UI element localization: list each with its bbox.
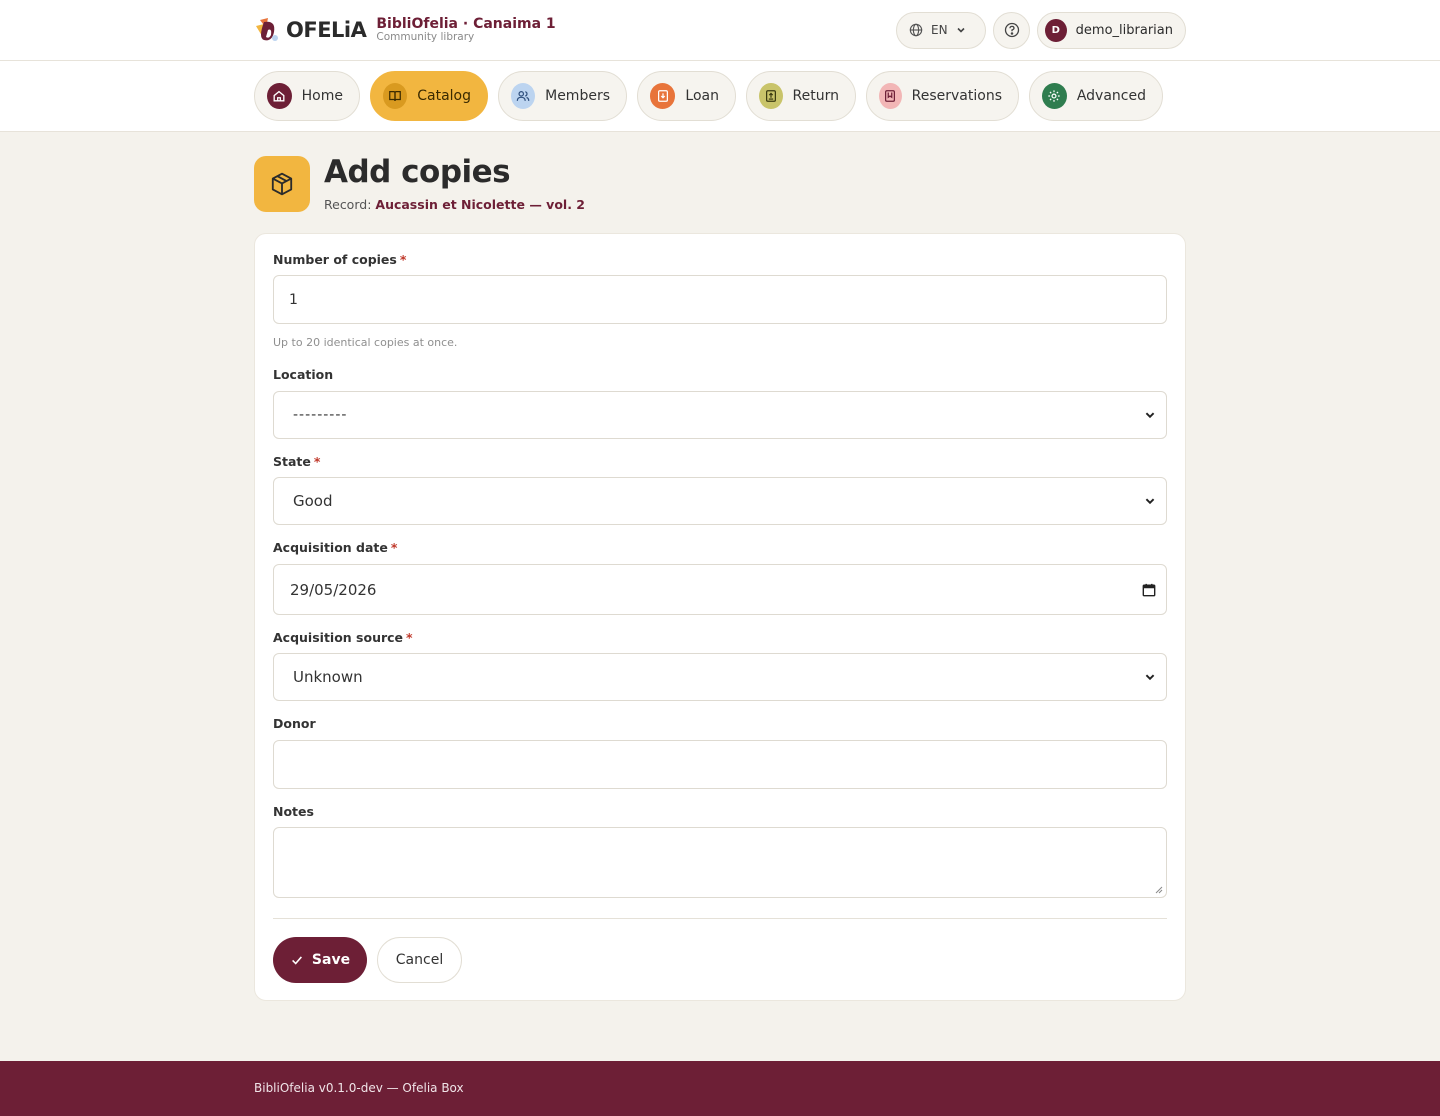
nav-item-reservations[interactable]: Reservations bbox=[866, 71, 1019, 121]
page-header: Add copies Record: Aucassin et Nicolette… bbox=[254, 155, 585, 212]
logo: OFELiA bbox=[254, 16, 367, 44]
footer: BibliOfelia v0.1.0-dev — Ofelia Box bbox=[0, 1061, 1440, 1116]
logo-wordmark: OFELiA bbox=[286, 18, 367, 42]
nav-item-loan[interactable]: Loan bbox=[637, 71, 736, 121]
copies-label: Number of copies * bbox=[273, 252, 407, 267]
nav-label-members: Members bbox=[545, 88, 610, 104]
book-icon bbox=[383, 83, 408, 109]
acq-source-label: Acquisition source * bbox=[273, 630, 413, 645]
donor-input[interactable] bbox=[273, 740, 1167, 789]
nav-item-return[interactable]: Return bbox=[746, 71, 856, 121]
site-title: BibliOfelia · Canaima 1 bbox=[376, 15, 556, 32]
nav-label-loan: Loan bbox=[685, 88, 719, 104]
copies-input[interactable]: 1 bbox=[273, 275, 1167, 324]
nav-item-home[interactable]: Home bbox=[254, 71, 360, 121]
top-bar: OFELiA BibliOfelia · Canaima 1 Community… bbox=[0, 0, 1440, 61]
nav-label-reservations: Reservations bbox=[911, 88, 1002, 104]
home-icon bbox=[267, 83, 292, 109]
gear-icon bbox=[1042, 83, 1067, 109]
notes-textarea[interactable] bbox=[273, 827, 1167, 898]
nav-item-members[interactable]: Members bbox=[498, 71, 627, 121]
language-code: EN bbox=[931, 23, 948, 37]
username: demo_librarian bbox=[1075, 22, 1173, 38]
nav-label-advanced: Advanced bbox=[1076, 88, 1146, 104]
nav-item-catalog[interactable]: Catalog bbox=[370, 71, 488, 121]
users-icon bbox=[511, 83, 536, 109]
location-label: Location bbox=[273, 367, 334, 382]
state-label: State * bbox=[273, 454, 321, 469]
chevron-down-icon bbox=[956, 27, 965, 33]
acq-date-input[interactable]: 29/05/2026 bbox=[273, 564, 1167, 615]
form-divider bbox=[273, 918, 1167, 919]
logo-mark-icon bbox=[256, 18, 278, 41]
resize-grip-icon[interactable] bbox=[1155, 886, 1163, 894]
add-copies-form: Number of copies * 1 Up to 20 identical c… bbox=[254, 233, 1186, 1001]
help-icon bbox=[1004, 22, 1019, 38]
globe-icon bbox=[909, 23, 923, 37]
copies-help: Up to 20 identical copies at once. bbox=[273, 336, 458, 349]
record-info: Record: Aucassin et Nicolette — vol. 2 bbox=[324, 197, 585, 212]
save-button[interactable]: Save bbox=[273, 937, 367, 983]
footer-text: BibliOfelia v0.1.0-dev — Ofelia Box bbox=[254, 1081, 464, 1095]
main-nav: Home Catalog Members Loan Return Reserva… bbox=[0, 61, 1440, 132]
avatar: D bbox=[1045, 18, 1067, 42]
cancel-label: Cancel bbox=[395, 952, 444, 968]
notes-label: Notes bbox=[273, 804, 314, 819]
bookmark-icon bbox=[879, 83, 902, 109]
donor-label: Donor bbox=[273, 716, 316, 731]
return-icon bbox=[759, 83, 783, 109]
location-select[interactable]: --------- bbox=[273, 391, 1167, 439]
chevron-down-icon bbox=[1145, 412, 1155, 419]
page-title: Add copies bbox=[324, 154, 511, 190]
chevron-down-icon bbox=[1145, 498, 1155, 505]
user-menu[interactable]: D demo_librarian bbox=[1037, 11, 1186, 49]
loan-icon bbox=[650, 83, 676, 109]
acq-date-label: Acquisition date * bbox=[273, 540, 398, 555]
check-icon bbox=[291, 956, 302, 965]
cancel-button[interactable]: Cancel bbox=[377, 937, 462, 983]
record-label: Record: bbox=[324, 197, 372, 213]
save-label: Save bbox=[311, 952, 351, 968]
help-button[interactable] bbox=[993, 11, 1030, 49]
record-link[interactable]: Aucassin et Nicolette — vol. 2 bbox=[375, 197, 585, 212]
nav-item-advanced[interactable]: Advanced bbox=[1029, 71, 1163, 121]
chevron-down-icon bbox=[1145, 674, 1155, 681]
nav-label-home: Home bbox=[301, 88, 343, 104]
state-select[interactable]: Good bbox=[273, 477, 1167, 525]
brand[interactable]: OFELiA BibliOfelia · Canaima 1 Community… bbox=[254, 16, 556, 44]
acq-source-select[interactable]: Unknown bbox=[273, 653, 1167, 701]
calendar-icon[interactable] bbox=[1142, 583, 1156, 597]
nav-label-catalog: Catalog bbox=[417, 88, 471, 104]
site-subtitle: Community library bbox=[376, 30, 475, 43]
language-selector[interactable]: EN bbox=[896, 11, 986, 49]
nav-label-return: Return bbox=[792, 88, 839, 104]
box-icon bbox=[254, 155, 310, 212]
